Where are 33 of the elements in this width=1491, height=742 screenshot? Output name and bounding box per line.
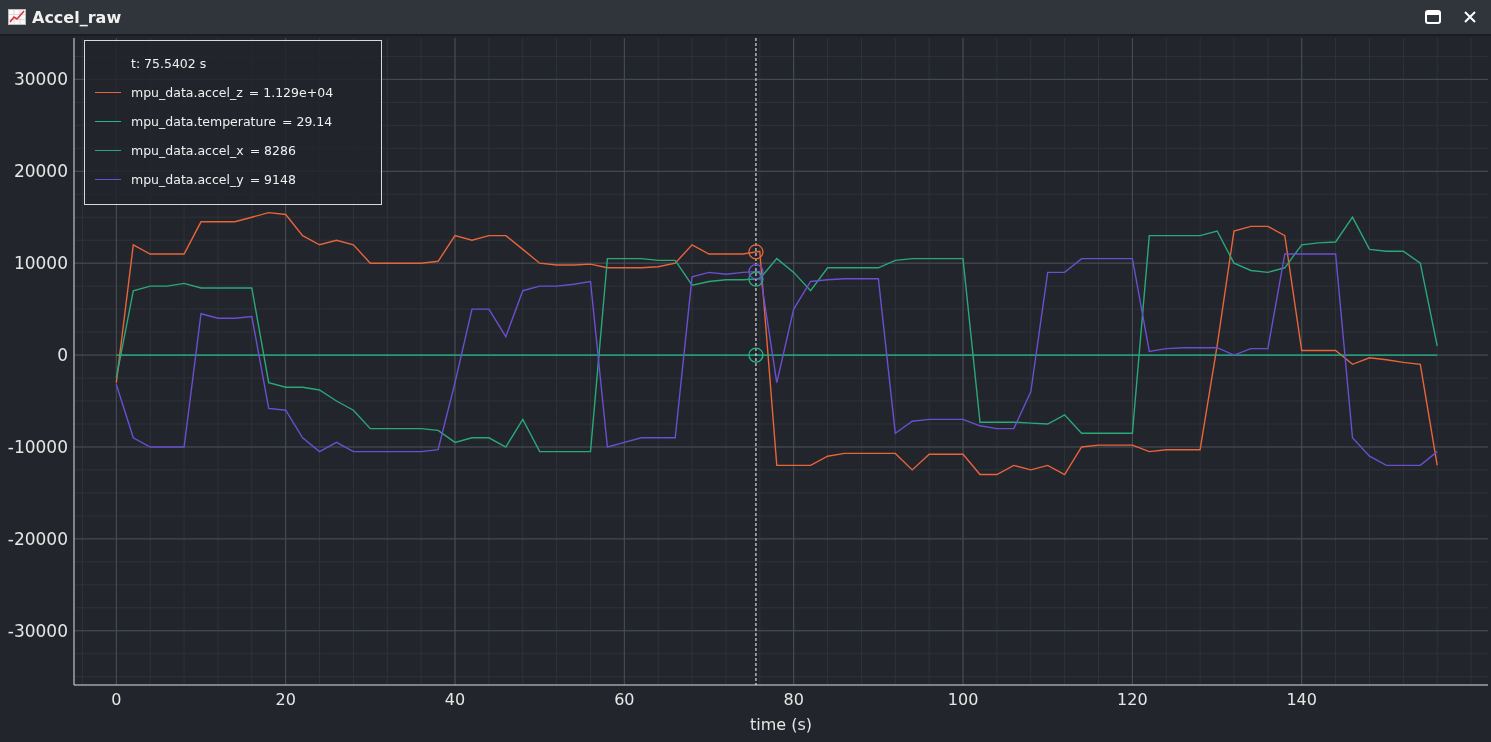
x-tick-label: 100: [947, 690, 979, 709]
y-tick-label: 30000: [13, 69, 68, 90]
x-tick-label: 120: [1117, 690, 1148, 709]
window-title: Accel_raw: [32, 7, 123, 27]
maximize-icon: [1425, 10, 1441, 24]
cursor-marker: [748, 264, 764, 280]
series-name: mpu_data.accel_z: [131, 85, 243, 100]
y-tick-label: 0: [57, 345, 68, 366]
cursor-marker: [748, 347, 764, 363]
series-name: mpu_data.accel_x: [131, 143, 244, 158]
x-axis-label: time (s): [749, 715, 813, 734]
legend-time: t: 75.5402 s: [131, 56, 207, 71]
y-tick-label: 10000: [13, 253, 68, 274]
x-tick-label: 0: [111, 690, 122, 709]
series-value: = 29.14: [282, 114, 333, 129]
series-name: mpu_data.temperature: [131, 114, 276, 129]
x-tick-label: 60: [614, 690, 635, 709]
x-tick-label: 140: [1286, 690, 1317, 709]
y-tick-label: 20000: [13, 161, 68, 182]
chart-icon: [8, 9, 26, 25]
series-value: = 1.129e+04: [248, 85, 334, 100]
y-tick-label: -20000: [7, 528, 68, 549]
y-tick-label: -10000: [7, 436, 68, 457]
series-value: = 8286: [249, 143, 296, 158]
series-value: = 9148: [249, 172, 296, 187]
close-icon: [1463, 10, 1477, 24]
x-tick-label: 20: [275, 690, 296, 709]
cursor-marker: [748, 271, 764, 287]
y-tick-label: -30000: [7, 620, 68, 641]
cursor-marker: [748, 244, 764, 260]
x-tick-label: 40: [444, 690, 466, 709]
series-name: mpu_data.accel_y: [131, 172, 244, 187]
x-tick-label: 80: [783, 690, 804, 709]
